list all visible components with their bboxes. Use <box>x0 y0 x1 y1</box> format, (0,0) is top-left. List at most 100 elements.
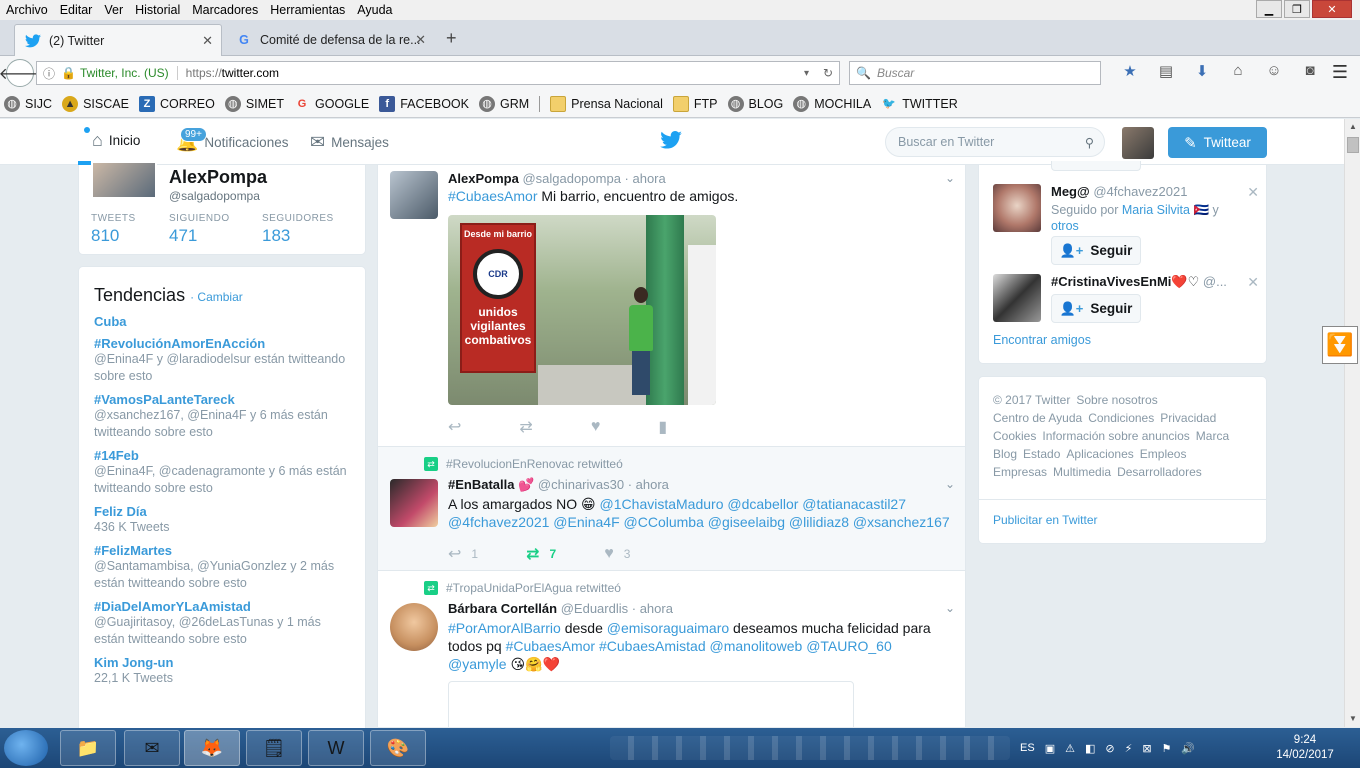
download-icon[interactable]: ⬇ <box>1184 62 1220 80</box>
chevron-down-icon[interactable]: ⌄ <box>945 171 955 185</box>
tweet-photo[interactable]: Desde mi barrio CDR unidos vigilantes co… <box>448 215 716 405</box>
explorer-taskbar-icon[interactable]: 📁 <box>60 730 116 766</box>
close-tab-icon[interactable]: ✕ <box>415 32 426 48</box>
nav-notifications[interactable]: 🔔 Notificaciones <box>176 119 288 165</box>
footer-link[interactable]: Cookies <box>993 429 1036 443</box>
trend-item[interactable]: Cuba <box>94 314 350 329</box>
dropdown-icon[interactable]: ▾ <box>804 68 809 79</box>
menu-ver[interactable]: Ver <box>98 3 129 17</box>
url-bar[interactable]: ⓘ 🔒 Twitter, Inc. (US) https://twitter.c… <box>36 61 840 85</box>
compose-tweet-button[interactable]: ✎ Twittear <box>1168 127 1267 158</box>
dismiss-icon[interactable]: ✕ <box>1247 274 1259 291</box>
tweet[interactable]: ⇄ #RevolucionEnRenovac retwitteó #EnBatal… <box>378 447 965 571</box>
tweet-hashtag[interactable]: #CubaesAmor <box>448 188 538 204</box>
scroll-down-icon[interactable]: ▼ <box>1345 711 1360 727</box>
bookmark-ftp[interactable]: FTP <box>672 95 718 112</box>
language-indicator[interactable]: ES <box>1020 742 1035 754</box>
tweet-time[interactable]: · ahora <box>632 601 673 616</box>
bookmark-facebook[interactable]: f FACEBOOK <box>379 95 469 112</box>
tweet-time[interactable]: · ahora <box>628 477 669 492</box>
scroll-up-icon[interactable]: ▲ <box>1345 119 1360 135</box>
follow-button[interactable]: 👤+ Seguir <box>1051 294 1141 323</box>
profile-name[interactable]: AlexPompa <box>169 167 267 188</box>
page-scrollbar[interactable]: ▲ ▼ <box>1344 119 1360 727</box>
footer-link[interactable]: Condiciones <box>1088 411 1154 425</box>
close-window-button[interactable]: ✕ <box>1312 0 1352 18</box>
menu-ayuda[interactable]: Ayuda <box>351 3 398 17</box>
trend-item[interactable]: #VamosPaLanteTareck @xsanchez167, @Enina4… <box>94 392 350 441</box>
menu-icon[interactable]: ☰ <box>1332 62 1348 83</box>
twitter-logo-icon[interactable] <box>660 129 682 155</box>
pocket-icon[interactable]: ◙ <box>1292 62 1328 80</box>
tweet-handle[interactable]: @chinarivas30 <box>538 477 624 492</box>
bookmark-correo[interactable]: Z CORREO <box>138 95 215 112</box>
bookmark-grm[interactable]: ◍ GRM <box>479 95 529 112</box>
reply-button[interactable]: ↩ 1 <box>448 544 478 564</box>
trend-item[interactable]: #14Feb @Enina4F, @cadenagramonte y 6 más … <box>94 448 350 497</box>
trend-item[interactable]: #FelizMartes @Santamambisa, @YuniaGonzlez… <box>94 543 350 592</box>
volume-icon[interactable]: 🔊 <box>1181 742 1195 755</box>
stat-followers[interactable]: SEGUIDORES 183 <box>262 213 334 246</box>
tray-app-icon[interactable]: ▣ <box>1045 742 1055 755</box>
stat-following[interactable]: SIGUIENDO 471 <box>169 213 230 246</box>
network-icon[interactable]: ⊠ <box>1142 742 1151 755</box>
footer-link[interactable]: Estado <box>1023 447 1060 461</box>
menu-herramientas[interactable]: Herramientas <box>264 3 351 17</box>
suggested-avatar[interactable] <box>993 274 1041 322</box>
home-icon[interactable]: ⌂ <box>1220 62 1256 80</box>
nav-messages[interactable]: ✉ Mensajes <box>310 119 389 165</box>
like-button[interactable]: ♥ <box>591 418 611 436</box>
bookmark-simet[interactable]: ◍ SIMET <box>224 95 284 112</box>
tweet-photo[interactable] <box>448 681 854 727</box>
bookmark-siscae[interactable]: ▲ SISCAE <box>62 95 129 112</box>
tweet-avatar[interactable] <box>390 479 438 527</box>
bookmark-blog[interactable]: ◍ BLOG <box>727 95 783 112</box>
tweet-author[interactable]: Bárbara Cortellán <box>448 601 557 616</box>
find-friends-link[interactable]: Encontrar amigos <box>993 333 1091 347</box>
footer-link[interactable]: Blog <box>993 447 1017 461</box>
restore-button[interactable]: ❐ <box>1284 0 1310 18</box>
paint-taskbar-icon[interactable]: 🎨 <box>370 730 426 766</box>
reload-icon[interactable]: ↻ <box>823 66 833 80</box>
trend-item[interactable]: #DiaDelAmorYLaAmistad @Guajiritasoy, @26d… <box>94 599 350 648</box>
menu-editar[interactable]: Editar <box>54 3 99 17</box>
menu-archivo[interactable]: Archivo <box>0 3 54 17</box>
system-clock[interactable]: 9:24 14/02/2017 <box>1270 733 1340 763</box>
search-icon[interactable]: ⚲ <box>1085 135 1094 150</box>
site-identity[interactable]: Twitter, Inc. (US) <box>80 66 178 80</box>
trend-item[interactable]: #RevoluciónAmorEnAcción @Enina4F y @larad… <box>94 336 350 385</box>
suggested-name[interactable]: #CristinaVivesEnMi❤️♡ @... <box>1051 274 1227 290</box>
info-icon[interactable]: ⓘ <box>37 65 61 82</box>
reply-button[interactable]: ↩ <box>448 417 471 437</box>
bookmark-mochila[interactable]: ◍ MOCHILA <box>793 95 871 112</box>
bookmark-twitter[interactable]: 🐦 TWITTER <box>881 96 957 112</box>
tweet-avatar[interactable] <box>390 171 438 219</box>
bookmark-sijc[interactable]: ◍ SIJC <box>4 95 52 112</box>
minimize-button[interactable]: ▁ <box>1256 0 1282 18</box>
notes-taskbar-icon[interactable]: 🗒 <box>246 730 302 766</box>
stat-tweets[interactable]: TWEETS 810 <box>91 213 136 246</box>
tray-app-icon[interactable]: ◧ <box>1085 742 1095 755</box>
tweet-handle[interactable]: @Eduardlis <box>561 601 628 616</box>
trend-item[interactable]: Kim Jong-un 22,1 K Tweets <box>94 655 350 687</box>
like-button[interactable]: ♥ 3 <box>604 545 630 563</box>
firefox-taskbar-icon[interactable]: 🦊 <box>184 730 240 766</box>
footer-link[interactable]: Marca <box>1196 429 1229 443</box>
change-trends-link[interactable]: · Cambiar <box>190 290 243 304</box>
flag-icon[interactable]: ⚑ <box>1162 742 1172 755</box>
scrollbar-thumb[interactable] <box>1347 137 1359 153</box>
trend-item[interactable]: Feliz Día 436 K Tweets <box>94 504 350 536</box>
tweet-time[interactable]: · ahora <box>625 171 666 186</box>
retweet-button[interactable]: ⇄ <box>519 417 542 437</box>
chevron-down-icon[interactable]: ⌄ <box>945 477 955 491</box>
footer-link[interactable]: Aplicaciones <box>1066 447 1133 461</box>
user-avatar[interactable] <box>1122 127 1154 159</box>
dismiss-icon[interactable]: ✕ <box>1247 184 1259 201</box>
bookmark-star-icon[interactable]: ★ <box>1112 62 1148 80</box>
profile-avatar[interactable] <box>91 161 157 199</box>
menu-historial[interactable]: Historial <box>129 3 186 17</box>
footer-link[interactable]: Empleos <box>1140 447 1187 461</box>
chat-icon[interactable]: ☺ <box>1256 62 1292 80</box>
tray-app-icon[interactable]: ⚠ <box>1065 742 1075 755</box>
footer-link[interactable]: Multimedia <box>1053 465 1111 479</box>
